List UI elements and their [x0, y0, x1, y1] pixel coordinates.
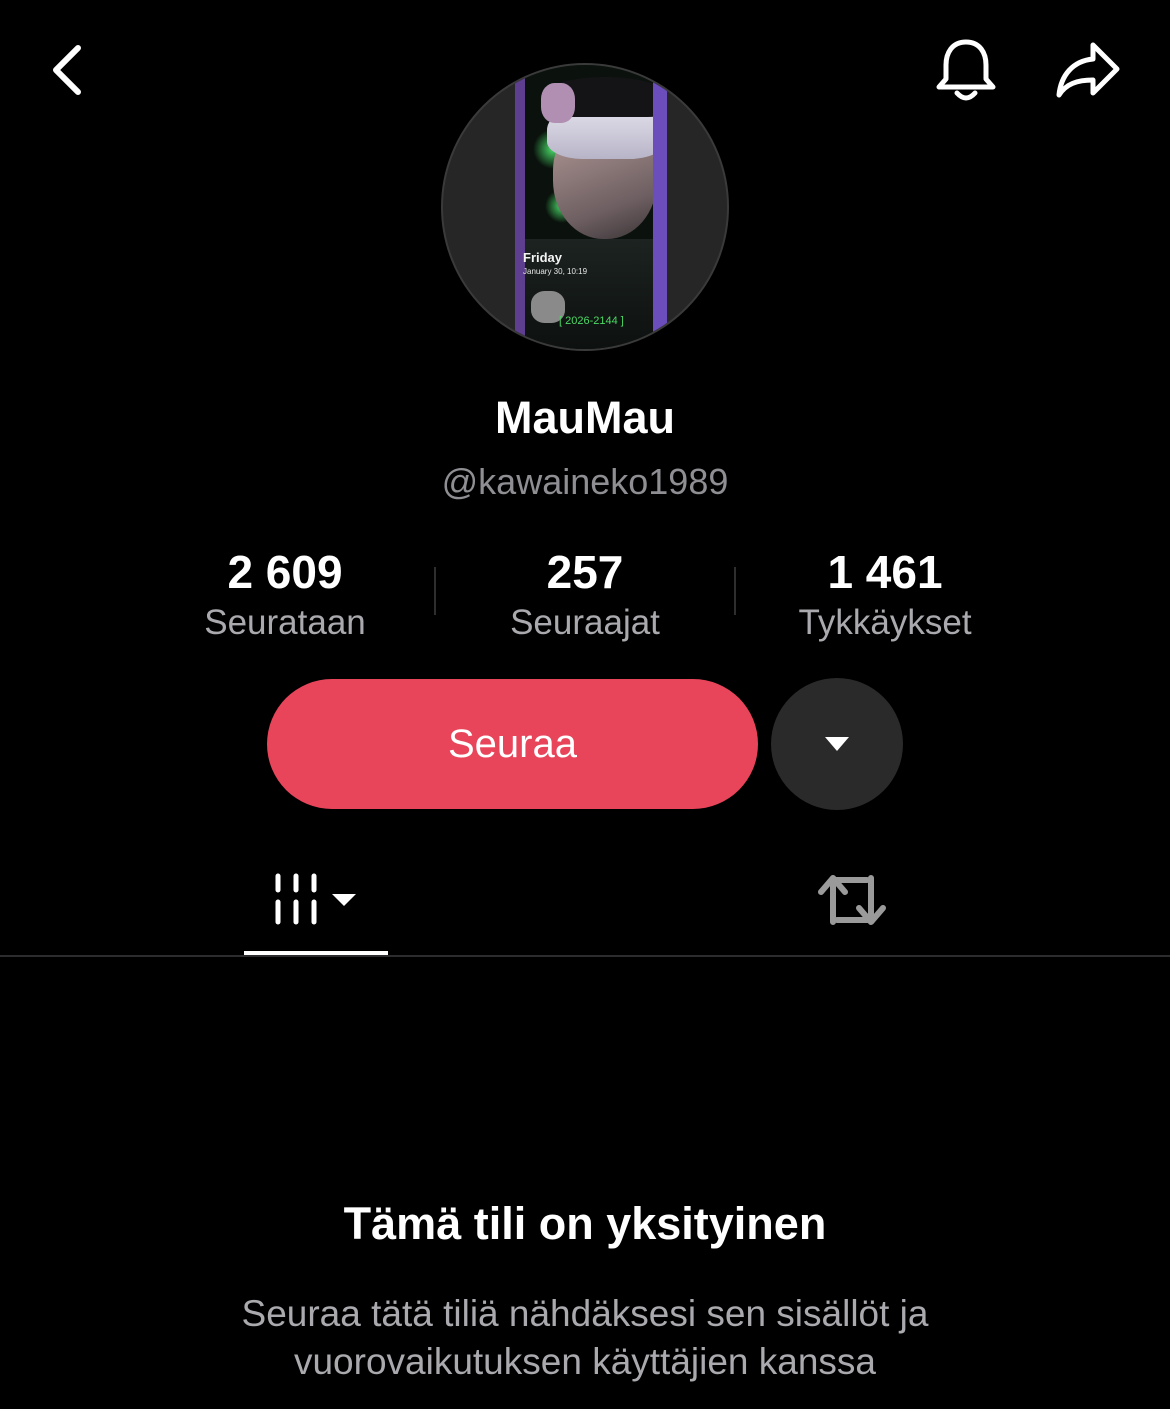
stat-value: 2 609: [227, 546, 343, 598]
notifications-button[interactable]: [924, 30, 1008, 110]
avatar-code-text: [ 2026-2144 ]: [559, 315, 624, 327]
follow-button[interactable]: Seuraa: [267, 679, 758, 809]
avatar-day-text: Friday: [523, 250, 563, 265]
profile-screen: Friday January 30, 10:19 [ 2026-2144 ] M…: [0, 0, 1170, 1409]
private-account-description: Seuraa tätä tiliä nähdäksesi sen sisällö…: [241, 1293, 929, 1382]
stat-label: Seuraajat: [510, 603, 660, 642]
display-name: MauMau: [495, 392, 675, 443]
stat-following[interactable]: 2 609 Seurataan: [145, 545, 425, 647]
username: @kawaineko1989: [441, 461, 729, 502]
chevron-left-icon: [53, 45, 81, 95]
tabs-divider: [0, 955, 1170, 957]
avatar-photo: Friday January 30, 10:19 [ 2026-2144 ]: [515, 65, 667, 349]
share-button[interactable]: [1046, 30, 1130, 110]
stat-divider: [734, 567, 736, 615]
tab-reposts[interactable]: [800, 850, 904, 950]
profile-avatar[interactable]: Friday January 30, 10:19 [ 2026-2144 ]: [441, 63, 729, 351]
caret-down-icon: [825, 737, 849, 751]
private-account-title: Tämä tili on yksityinen: [343, 1198, 827, 1249]
tab-videos[interactable]: [244, 850, 388, 950]
stat-label: Seurataan: [204, 603, 366, 642]
avatar-date-text: January 30, 10:19: [523, 267, 588, 276]
stat-value: 1 461: [827, 546, 943, 598]
follow-button-label: Seuraa: [448, 721, 577, 766]
stat-likes[interactable]: 1 461 Tykkäykset: [745, 545, 1025, 647]
stat-followers[interactable]: 257 Seuraajat: [445, 545, 725, 647]
share-arrow-icon: [1056, 42, 1120, 98]
stat-divider: [434, 567, 436, 615]
bell-icon: [936, 39, 996, 101]
back-button[interactable]: [30, 30, 106, 110]
repost-icon: [818, 875, 886, 925]
stat-label: Tykkäykset: [798, 603, 972, 642]
more-options-button[interactable]: [771, 678, 903, 810]
stat-value: 257: [546, 546, 624, 598]
video-grid-icon: [275, 873, 356, 925]
